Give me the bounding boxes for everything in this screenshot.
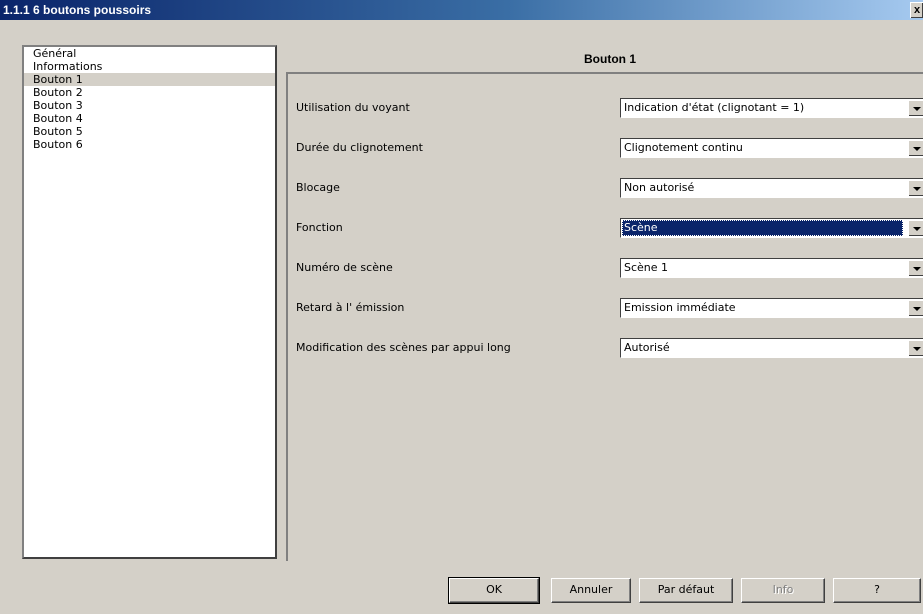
numero-scene-select[interactable]: Scène 1 bbox=[620, 258, 923, 278]
dropdown-arrow-icon[interactable] bbox=[908, 180, 923, 196]
duree-clignotement-select[interactable]: Clignotement continu bbox=[620, 138, 923, 158]
info-button: Info bbox=[741, 578, 825, 603]
section-list[interactable]: Général Informations Bouton 1 Bouton 2 B… bbox=[22, 45, 277, 559]
dropdown-arrow-icon[interactable] bbox=[908, 300, 923, 316]
param-row: Numéro de scène Scène 1 bbox=[296, 258, 923, 278]
nav-item-informations[interactable]: Informations bbox=[24, 60, 275, 73]
panel-title: Bouton 1 bbox=[584, 52, 636, 66]
fonction-select[interactable]: Scène bbox=[620, 218, 923, 238]
param-label: Modification des scènes par appui long bbox=[296, 341, 511, 354]
modification-scenes-select[interactable]: Autorisé bbox=[620, 338, 923, 358]
select-value: Clignotement continu bbox=[624, 141, 743, 154]
dropdown-arrow-icon[interactable] bbox=[908, 140, 923, 156]
parameter-panel: Utilisation du voyant Indication d'état … bbox=[286, 72, 923, 561]
retard-emission-select[interactable]: Emission immédiate bbox=[620, 298, 923, 318]
dropdown-arrow-icon[interactable] bbox=[908, 260, 923, 276]
select-value: Scène bbox=[622, 220, 903, 236]
nav-item-bouton-2[interactable]: Bouton 2 bbox=[24, 86, 275, 99]
param-row: Retard à l' émission Emission immédiate bbox=[296, 298, 923, 318]
nav-item-general[interactable]: Général bbox=[24, 47, 275, 60]
param-label: Retard à l' émission bbox=[296, 301, 405, 314]
ok-button[interactable]: OK bbox=[448, 577, 540, 604]
param-row: Fonction Scène bbox=[296, 218, 923, 238]
nav-item-bouton-6[interactable]: Bouton 6 bbox=[24, 138, 275, 151]
param-row: Durée du clignotement Clignotement conti… bbox=[296, 138, 923, 158]
param-label: Durée du clignotement bbox=[296, 141, 423, 154]
select-value: Autorisé bbox=[624, 341, 670, 354]
utilisation-voyant-select[interactable]: Indication d'état (clignotant = 1) bbox=[620, 98, 923, 118]
title-bar: 1.1.1 6 boutons poussoirs x bbox=[0, 0, 923, 20]
nav-item-bouton-5[interactable]: Bouton 5 bbox=[24, 125, 275, 138]
nav-item-bouton-1[interactable]: Bouton 1 bbox=[24, 73, 275, 86]
dropdown-arrow-icon[interactable] bbox=[908, 220, 923, 236]
param-row: Modification des scènes par appui long A… bbox=[296, 338, 923, 358]
select-value: Indication d'état (clignotant = 1) bbox=[624, 101, 805, 114]
nav-item-bouton-4[interactable]: Bouton 4 bbox=[24, 112, 275, 125]
close-button[interactable]: x bbox=[910, 2, 923, 18]
param-label: Utilisation du voyant bbox=[296, 101, 410, 114]
blocage-select[interactable]: Non autorisé bbox=[620, 178, 923, 198]
param-row: Utilisation du voyant Indication d'état … bbox=[296, 98, 923, 118]
cancel-button[interactable]: Annuler bbox=[551, 578, 631, 603]
dropdown-arrow-icon[interactable] bbox=[908, 100, 923, 116]
help-button[interactable]: ? bbox=[833, 578, 921, 603]
param-label: Fonction bbox=[296, 221, 343, 234]
select-value: Scène 1 bbox=[624, 261, 669, 274]
select-value: Emission immédiate bbox=[624, 301, 736, 314]
nav-item-bouton-3[interactable]: Bouton 3 bbox=[24, 99, 275, 112]
param-label: Blocage bbox=[296, 181, 340, 194]
default-button[interactable]: Par défaut bbox=[639, 578, 733, 603]
select-value: Non autorisé bbox=[624, 181, 695, 194]
window-title: 1.1.1 6 boutons poussoirs bbox=[3, 3, 152, 17]
dropdown-arrow-icon[interactable] bbox=[908, 340, 923, 356]
param-row: Blocage Non autorisé bbox=[296, 178, 923, 198]
param-label: Numéro de scène bbox=[296, 261, 393, 274]
